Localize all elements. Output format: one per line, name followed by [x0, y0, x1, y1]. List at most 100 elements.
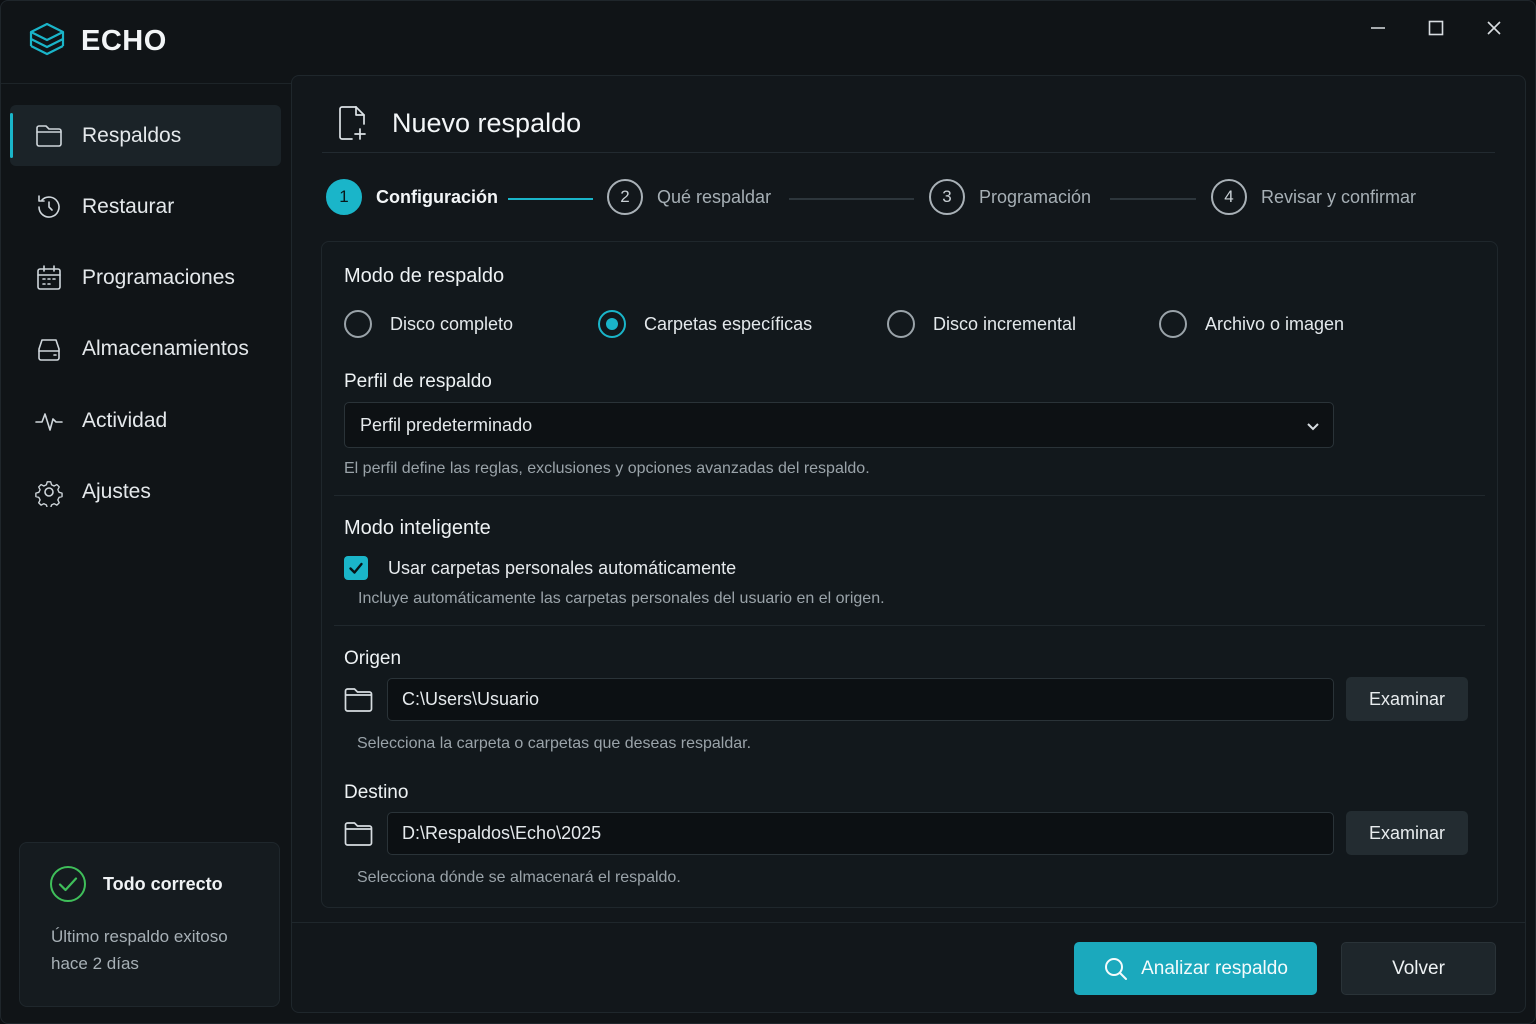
profile-helper: El perfil define las reglas, exclusiones… [344, 460, 870, 477]
calendar-icon [37, 264, 61, 290]
search-icon [1105, 957, 1128, 980]
close-icon [1487, 21, 1501, 35]
step-label: Qué respaldar [657, 186, 772, 207]
section-divider [334, 495, 1485, 496]
analyze-button[interactable]: Analizar respaldo [1074, 942, 1317, 995]
main-panel: Nuevo respaldo 1 Configuración 2 Qué res… [291, 75, 1526, 1013]
radio-disco-completo[interactable]: Disco completo [344, 310, 513, 338]
maximize-icon [1428, 20, 1444, 36]
history-icon [38, 194, 60, 218]
sidebar-item-label: Almacenamientos [82, 336, 249, 360]
analyze-button-label: Analizar respaldo [1141, 957, 1288, 979]
source-browse-button[interactable]: Examinar [1346, 677, 1468, 721]
status-subtitle: Último respaldo exitoso hace 2 días [51, 923, 228, 977]
chevron-down-icon [1307, 423, 1319, 431]
step-revisar[interactable]: 4 Revisar y confirmar [1211, 179, 1416, 215]
destination-helper: Selecciona dónde se almacenará el respal… [357, 869, 681, 886]
maximize-button[interactable] [1407, 11, 1465, 45]
back-button[interactable]: Volver [1341, 942, 1496, 995]
profile-select-value: Perfil predeterminado [360, 414, 533, 435]
app-window: ECHO Respaldos Restaurar Programaciones [0, 0, 1536, 1024]
check-circle-icon [50, 866, 86, 902]
step-number: 2 [607, 179, 643, 215]
radio-indicator [887, 310, 915, 338]
page-title: Nuevo respaldo [392, 107, 582, 138]
page-header: Nuevo respaldo [336, 104, 581, 142]
sidebar-item-label: Programaciones [82, 265, 235, 289]
radio-indicator [1159, 310, 1187, 338]
sidebar-item-label: Respaldos [82, 123, 182, 147]
section-divider [334, 625, 1485, 626]
step-connector [1110, 198, 1196, 200]
mode-title: Modo de respaldo [344, 265, 505, 287]
sidebar-item-label: Restaurar [82, 194, 175, 218]
status-title: Todo correcto [103, 873, 223, 894]
gear-icon [35, 480, 63, 507]
status-line-1: Último respaldo exitoso [51, 927, 228, 946]
smart-checkbox-row[interactable]: Usar carpetas personales automáticamente [344, 556, 736, 580]
destination-browse-button[interactable]: Examinar [1346, 811, 1468, 855]
smart-title: Modo inteligente [344, 517, 491, 539]
sidebar-item-programaciones[interactable]: Programaciones [10, 247, 281, 308]
close-button[interactable] [1465, 11, 1523, 45]
checkmark-icon [349, 562, 363, 574]
status-line-2: hace 2 días [51, 954, 139, 973]
step-number: 1 [326, 179, 362, 215]
step-label: Revisar y confirmar [1261, 186, 1417, 207]
folder-icon [36, 124, 62, 147]
step-que-respaldar[interactable]: 2 Qué respaldar [607, 179, 771, 215]
status-header: Todo correcto [49, 865, 223, 903]
app-name: ECHO [81, 24, 167, 57]
sidebar-item-ajustes[interactable]: Ajustes [10, 461, 281, 522]
radio-label: Disco incremental [933, 313, 1077, 334]
sidebar-item-almacenamientos[interactable]: Almacenamientos [10, 318, 281, 379]
folder-icon [344, 688, 373, 712]
stepper: 1 Configuración 2 Qué respaldar 3 Progra… [326, 179, 1496, 219]
step-number: 3 [929, 179, 965, 215]
destination-path-input[interactable]: D:\Respaldos\Echo\2025 [387, 812, 1334, 855]
new-file-icon [339, 106, 366, 140]
radio-label: Carpetas específicas [644, 313, 813, 334]
radio-indicator [344, 310, 372, 338]
sidebar: Respaldos Restaurar Programaciones Almac… [1, 83, 291, 1023]
step-connector [508, 198, 593, 200]
drive-icon [38, 338, 60, 361]
minimize-button[interactable] [1349, 11, 1407, 45]
source-path-input[interactable]: C:\Users\Usuario [387, 678, 1334, 721]
profile-select[interactable]: Perfil predeterminado [344, 402, 1334, 448]
mode-radio-group: Disco completo Carpetas específicas Disc… [344, 310, 1444, 342]
step-configuracion[interactable]: 1 Configuración [326, 179, 498, 215]
sidebar-item-restaurar[interactable]: Restaurar [10, 176, 281, 237]
smart-checkbox[interactable] [344, 556, 368, 580]
step-label: Programación [979, 186, 1092, 207]
source-title: Origen [344, 648, 402, 669]
radio-indicator [598, 310, 626, 338]
window-controls [1349, 11, 1523, 45]
step-number: 4 [1211, 179, 1247, 215]
header-divider [322, 152, 1495, 153]
radio-disco-incremental[interactable]: Disco incremental [887, 310, 1076, 338]
echo-logo-icon [29, 22, 65, 56]
sidebar-item-label: Ajustes [82, 479, 151, 503]
step-connector [789, 198, 914, 200]
folder-icon [344, 822, 373, 846]
activity-icon [35, 412, 63, 431]
footer-divider [292, 922, 1525, 923]
sidebar-item-actividad[interactable]: Actividad [10, 390, 281, 451]
form-card: Modo de respaldo Disco completo Carpetas… [321, 241, 1498, 908]
radio-label: Disco completo [390, 313, 514, 334]
step-label: Configuración [376, 186, 498, 207]
radio-label: Archivo o imagen [1205, 313, 1345, 334]
minimize-icon [1371, 27, 1385, 29]
smart-helper: Incluye automáticamente las carpetas per… [358, 590, 885, 607]
destination-row: D:\Respaldos\Echo\2025 Examinar [344, 811, 1469, 856]
source-row: C:\Users\Usuario Examinar [344, 677, 1469, 722]
radio-archivo-imagen[interactable]: Archivo o imagen [1159, 310, 1344, 338]
sidebar-item-respaldos[interactable]: Respaldos [10, 105, 281, 166]
profile-title: Perfil de respaldo [344, 371, 492, 392]
step-programacion[interactable]: 3 Programación [929, 179, 1091, 215]
source-helper: Selecciona la carpeta o carpetas que des… [357, 735, 752, 752]
app-logo: ECHO [27, 21, 167, 61]
status-card: Todo correcto Último respaldo exitoso ha… [19, 842, 280, 1007]
radio-carpetas-especificas[interactable]: Carpetas específicas [598, 310, 812, 338]
